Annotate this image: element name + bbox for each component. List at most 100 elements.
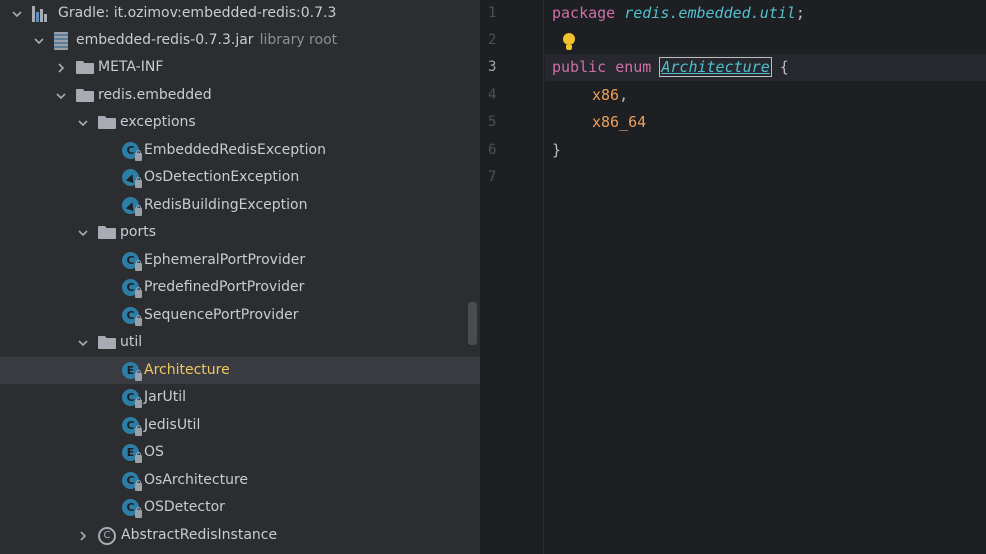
code-line-7[interactable] xyxy=(545,164,986,191)
class-icon: C xyxy=(122,142,142,161)
lock-icon xyxy=(135,205,142,216)
code-line-6[interactable]: } xyxy=(545,137,986,164)
exception-class-icon xyxy=(122,197,142,216)
jar-archive-icon xyxy=(54,31,68,50)
tree-row-label: OsArchitecture xyxy=(144,472,249,488)
class-icon: C xyxy=(122,499,142,518)
tree-row-jedis-util[interactable]: C JedisUtil xyxy=(0,412,480,439)
comma: , xyxy=(619,86,629,104)
library-root-hint: library root xyxy=(259,32,338,48)
package-folder-icon xyxy=(98,116,116,129)
chevron-down-icon[interactable] xyxy=(32,34,46,48)
line-number-current: 3 xyxy=(488,59,497,75)
class-icon: C xyxy=(122,417,142,436)
tree-row-label: OsDetectionException xyxy=(144,169,300,185)
class-icon: C xyxy=(122,472,142,491)
lock-icon xyxy=(135,287,142,298)
tree-row-sequence-port-provider[interactable]: C SequencePortProvider xyxy=(0,302,480,329)
tree-row-util[interactable]: util xyxy=(0,329,480,356)
package-folder-icon xyxy=(98,336,116,349)
tree-row-meta-inf[interactable]: META-INF xyxy=(0,54,480,81)
tree-row-label: EphemeralPortProvider xyxy=(144,252,306,268)
lock-icon xyxy=(135,315,142,326)
line-number-gutter: 1 2 3 4 5 6 7 xyxy=(480,0,544,554)
line-number: 6 xyxy=(488,142,497,158)
abstract-class-icon: C xyxy=(98,526,116,545)
class-icon: C xyxy=(122,307,142,326)
line-number: 7 xyxy=(488,169,497,185)
tree-row-label: PredefinedPortProvider xyxy=(144,279,305,295)
open-brace: { xyxy=(779,58,789,76)
tree-row-embedded-redis-exception[interactable]: C EmbeddedRedisException xyxy=(0,137,480,164)
tree-row-jar[interactable]: embedded-redis-0.7.3.jar library root xyxy=(0,27,480,54)
enum-icon: E xyxy=(122,444,142,463)
gradle-library-icon xyxy=(32,5,52,22)
tree-row-label: EmbeddedRedisException xyxy=(144,142,326,158)
chevron-right-icon[interactable] xyxy=(54,61,68,75)
enum-constant: x86_64 xyxy=(592,113,647,131)
tree-row-label: redis.embedded xyxy=(98,87,212,103)
tree-row-label: SequencePortProvider xyxy=(144,307,299,323)
tree-row-os-architecture[interactable]: C OsArchitecture xyxy=(0,467,480,494)
code-line-2[interactable] xyxy=(545,27,986,54)
tree-row-label: Architecture xyxy=(144,362,230,378)
tree-row-label: JedisUtil xyxy=(144,417,201,433)
tree-row-label: ports xyxy=(120,224,156,240)
semicolon: ; xyxy=(795,4,805,22)
code-line-1[interactable]: package redis.embedded.util; xyxy=(545,0,986,27)
exception-class-icon xyxy=(122,169,142,188)
tree-row-label: Gradle: it.ozimov:embedded-redis:0.7.3 xyxy=(58,5,337,21)
lock-icon xyxy=(135,260,142,271)
lock-icon xyxy=(135,480,142,491)
package-folder-icon xyxy=(98,226,116,239)
lock-icon xyxy=(135,452,142,463)
class-icon: C xyxy=(122,279,142,298)
lock-icon xyxy=(135,370,142,381)
lock-icon xyxy=(135,177,142,188)
tree-row-ephemeral-port-provider[interactable]: C EphemeralPortProvider xyxy=(0,247,480,274)
tree-row-exceptions[interactable]: exceptions xyxy=(0,109,480,136)
chevron-down-icon[interactable] xyxy=(76,116,90,130)
tree-row-gradle-library[interactable]: Gradle: it.ozimov:embedded-redis:0.7.3 xyxy=(0,0,480,27)
enum-constant: x86 xyxy=(592,86,620,104)
lightbulb-icon[interactable] xyxy=(562,33,576,51)
lock-icon xyxy=(135,507,142,518)
chevron-down-icon[interactable] xyxy=(54,89,68,103)
tree-row-redis-embedded[interactable]: redis.embedded xyxy=(0,82,480,109)
package-folder-icon xyxy=(76,89,94,102)
enum-name[interactable]: Architecture xyxy=(659,57,772,77)
code-line-5[interactable]: x86_64 xyxy=(545,109,986,136)
tree-row-abstract-redis-instance[interactable]: C AbstractRedisInstance xyxy=(0,522,480,549)
tree-row-architecture[interactable]: E Architecture xyxy=(0,357,480,384)
tree-row-label: OS xyxy=(144,444,164,460)
code-line-3[interactable]: public enum Architecture { xyxy=(545,54,986,81)
line-number: 1 xyxy=(488,5,497,21)
tree-row-os[interactable]: E OS xyxy=(0,439,480,466)
code-line-4[interactable]: x86, xyxy=(545,82,986,109)
lock-icon xyxy=(135,397,142,408)
project-tree: Gradle: it.ozimov:embedded-redis:0.7.3 e… xyxy=(0,0,480,554)
tree-row-redis-building-exception[interactable]: RedisBuildingException xyxy=(0,192,480,219)
chevron-down-icon[interactable] xyxy=(10,7,24,21)
line-number: 2 xyxy=(488,32,497,48)
tree-row-label: embedded-redis-0.7.3.jar xyxy=(76,32,254,48)
tree-row-label: RedisBuildingException xyxy=(144,197,308,213)
folder-icon xyxy=(76,61,94,74)
tree-row-label: util xyxy=(120,334,143,350)
class-icon: C xyxy=(122,389,142,408)
tree-row-predefined-port-provider[interactable]: C PredefinedPortProvider xyxy=(0,274,480,301)
tree-row-os-detection-exception[interactable]: OsDetectionException xyxy=(0,164,480,191)
chevron-down-icon[interactable] xyxy=(76,226,90,240)
chevron-down-icon[interactable] xyxy=(76,336,90,350)
lock-icon xyxy=(135,425,142,436)
line-number: 5 xyxy=(488,114,497,130)
tree-row-os-detector[interactable]: C OSDetector xyxy=(0,494,480,521)
tree-row-ports[interactable]: ports xyxy=(0,219,480,246)
tree-scrollbar-thumb[interactable] xyxy=(468,302,477,345)
close-brace: } xyxy=(552,141,562,159)
code-editor[interactable]: package redis.embedded.util; public enum… xyxy=(545,0,986,554)
tree-row-label: META-INF xyxy=(98,59,164,75)
chevron-right-icon[interactable] xyxy=(76,529,90,543)
tree-row-jar-util[interactable]: C JarUtil xyxy=(0,384,480,411)
package-name: redis.embedded.util xyxy=(624,4,796,22)
